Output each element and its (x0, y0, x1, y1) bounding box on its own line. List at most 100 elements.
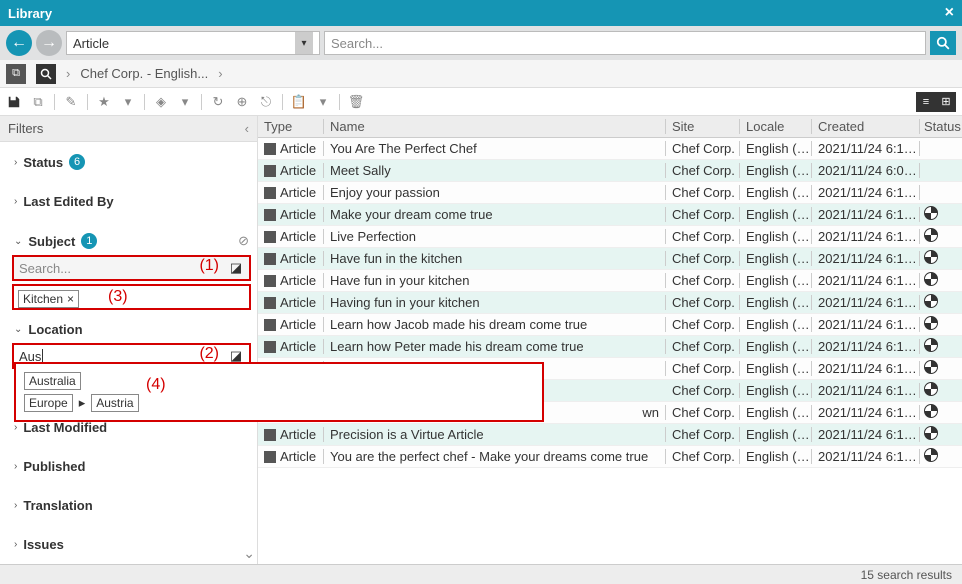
status-bar: 15 search results (0, 564, 962, 584)
table-row[interactable]: ArticleHaving fun in your kitchenChef Co… (258, 292, 962, 314)
col-type[interactable]: Type (258, 119, 324, 134)
status-icon (924, 448, 938, 462)
chevron-down-icon: ⌄ (14, 236, 22, 247)
toolbar: ⧉ ✎ ★ ▾ ◈ ▾ ↻ ⊕ ⎋ 📋 ▾ 🗑 ≡ ⊞ (0, 88, 962, 116)
search-button[interactable] (930, 31, 956, 55)
annotation-3: (3) (108, 288, 128, 306)
table-row[interactable]: ArticleYou are the perfect chef - Make y… (258, 446, 962, 468)
chevron-right-icon: › (14, 500, 17, 511)
table-row[interactable]: ArticleHave fun in your kitchenChef Corp… (258, 270, 962, 292)
article-icon (264, 451, 276, 463)
copy-icon: ⧉ (30, 94, 46, 110)
star-icon: ★ (96, 94, 112, 110)
chevron-right-icon: › (14, 461, 17, 472)
grid-header: Type Name Site Locale Created Status (258, 116, 962, 138)
scroll-down-icon[interactable]: ⌄ (243, 545, 255, 562)
status-icon (924, 338, 938, 352)
title-bar: Library × (0, 0, 962, 26)
search-mode-icon[interactable] (36, 64, 56, 84)
remove-tag-icon[interactable]: × (67, 292, 74, 306)
content-area: Filters ‹ › Status 6 › Last Edited By ⌄ … (0, 116, 962, 564)
location-option-europe-austria[interactable]: Europe ▸ Austria (24, 392, 534, 414)
type-selector[interactable]: Article ▾ (66, 31, 320, 55)
article-icon (264, 187, 276, 199)
table-row[interactable]: ArticleMeet SallyChef Corp.English (U...… (258, 160, 962, 182)
status-icon (924, 228, 938, 242)
subject-tag-kitchen[interactable]: Kitchen × (18, 290, 79, 308)
status-count-badge: 6 (69, 154, 85, 170)
chevron-right-icon: ▸ (79, 395, 86, 411)
caret-icon: ▾ (315, 94, 331, 110)
back-button[interactable]: ← (6, 30, 32, 56)
col-created[interactable]: Created (812, 119, 920, 134)
article-icon (264, 165, 276, 177)
status-icon (924, 404, 938, 418)
status-icon (924, 206, 938, 220)
filter-last-edited-by[interactable]: › Last Edited By (14, 190, 257, 213)
table-row[interactable]: ArticleHave fun in the kitchenChef Corp.… (258, 248, 962, 270)
table-row[interactable]: ArticleLearn how Jacob made his dream co… (258, 314, 962, 336)
filter-status[interactable]: › Status 6 (14, 150, 257, 174)
picker-icon[interactable]: ◪ (228, 260, 244, 276)
collapse-icon[interactable]: ‹ (245, 121, 249, 136)
grid-view-button[interactable]: ⊞ (936, 92, 956, 112)
article-icon (264, 429, 276, 441)
article-icon (264, 319, 276, 331)
help-icon[interactable]: ⊘ (238, 233, 249, 249)
col-name[interactable]: Name (324, 119, 666, 134)
table-row[interactable]: ArticleMake your dream come trueChef Cor… (258, 204, 962, 226)
col-locale[interactable]: Locale (740, 119, 812, 134)
filter-subject[interactable]: ⌄ Subject 1 ⊘ (14, 229, 257, 253)
breadcrumb-text[interactable]: Chef Corp. - English... (80, 66, 208, 81)
chevron-right-icon: › (14, 422, 17, 433)
col-site[interactable]: Site (666, 119, 740, 134)
status-icon (924, 426, 938, 440)
globe-icon: ⊕ (234, 94, 250, 110)
filters-sidebar: Filters ‹ › Status 6 › Last Edited By ⌄ … (0, 116, 258, 564)
status-icon (924, 382, 938, 396)
table-row[interactable]: ArticleYou Are The Perfect ChefChef Corp… (258, 138, 962, 160)
filter-translation[interactable]: › Translation (14, 494, 257, 517)
chevron-right-icon: › (66, 66, 70, 81)
list-view-button[interactable]: ≡ (916, 92, 936, 112)
table-row[interactable]: ArticleLearn how Peter made his dream co… (258, 336, 962, 358)
status-icon (924, 294, 938, 308)
table-row[interactable]: ArticlePrecision is a Virtue ArticleChef… (258, 424, 962, 446)
link-icon: ⎋ (258, 94, 274, 110)
close-icon[interactable]: × (945, 4, 954, 22)
caret-icon: ▾ (177, 94, 193, 110)
save-icon[interactable] (6, 94, 22, 110)
chevron-right-icon: › (218, 66, 222, 81)
filter-published[interactable]: › Published (14, 455, 257, 478)
filter-issues[interactable]: › Issues (14, 533, 257, 556)
col-status[interactable]: Status (920, 119, 962, 134)
tree-view-icon[interactable]: ⧉ (6, 64, 26, 84)
window-title: Library (8, 6, 52, 21)
article-icon (264, 209, 276, 221)
forward-button: → (36, 30, 62, 56)
grid-body[interactable]: ArticleYou Are The Perfect ChefChef Corp… (258, 138, 962, 564)
table-row[interactable]: ArticleLive PerfectionChef Corp.English … (258, 226, 962, 248)
article-icon (264, 143, 276, 155)
chevron-down-icon: ⌄ (14, 324, 22, 335)
filter-location[interactable]: ⌄ Location (14, 318, 257, 341)
search-input[interactable]: Search... (324, 31, 926, 55)
annotation-4: (4) (146, 376, 166, 394)
status-icon (924, 316, 938, 330)
article-icon (264, 275, 276, 287)
result-count: 15 search results (861, 568, 952, 582)
refresh-icon: ↻ (210, 94, 226, 110)
chevron-down-icon: ▾ (295, 32, 313, 54)
article-icon (264, 253, 276, 265)
search-placeholder: Search... (331, 36, 383, 51)
filters-header: Filters ‹ (0, 116, 257, 142)
breadcrumb-bar: ⧉ › Chef Corp. - English... › (0, 60, 962, 88)
caret-icon: ▾ (120, 94, 136, 110)
location-option-australia[interactable]: Australia (24, 370, 534, 392)
trash-icon: 🗑 (348, 94, 364, 110)
table-row[interactable]: ArticleEnjoy your passionChef Corp.Engli… (258, 182, 962, 204)
chevron-right-icon: › (14, 539, 17, 550)
article-icon (264, 231, 276, 243)
edit-icon: ✎ (63, 94, 79, 110)
annotation-2: (2) (199, 345, 219, 363)
